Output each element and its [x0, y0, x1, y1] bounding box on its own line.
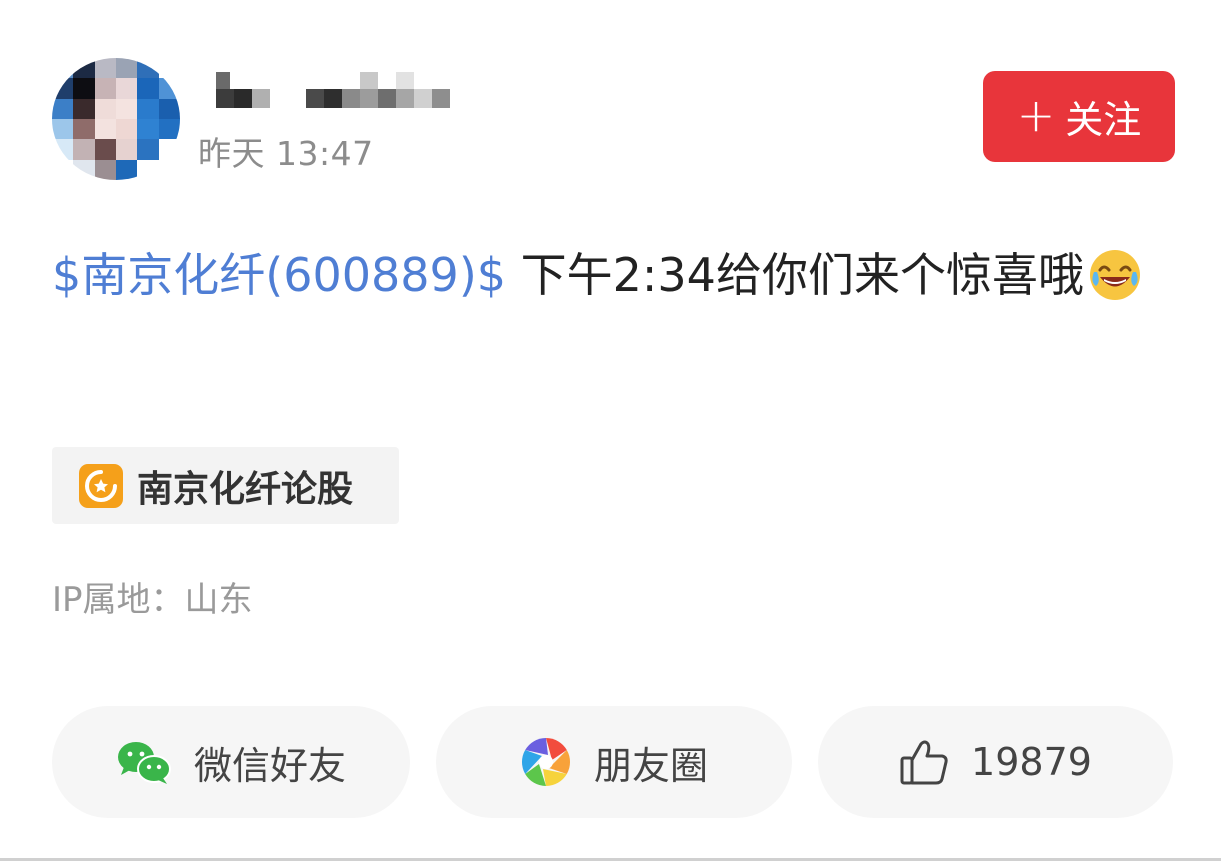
topic-badge-icon: [79, 463, 123, 508]
like-count: 19879: [971, 740, 1092, 784]
bottom-divider: [0, 858, 1221, 861]
thumbs-up-icon: [900, 740, 948, 785]
post-text: 下午2:34给你们来个惊喜哦: [506, 248, 1084, 302]
post-content: $南京化纤(600889)$ 下午2:34给你们来个惊喜哦: [52, 232, 1172, 318]
ip-location: IP属地：山东: [52, 580, 253, 620]
follow-label: 关注: [1065, 98, 1142, 142]
wechat-icon: [117, 742, 171, 784]
username-redacted[interactable]: [214, 72, 454, 108]
like-button[interactable]: 19879: [818, 706, 1173, 818]
avatar[interactable]: [52, 58, 180, 180]
topic-label: 南京化纤论股: [137, 468, 354, 510]
post-timestamp: 昨天 13:47: [198, 134, 374, 173]
moments-shutter-icon: [521, 738, 570, 786]
share-moments-label: 朋友圈: [593, 743, 708, 788]
topic-chip[interactable]: 南京化纤论股: [52, 447, 399, 524]
plus-icon: +: [1016, 87, 1056, 142]
share-moments-button[interactable]: 朋友圈: [436, 706, 792, 818]
stock-tag-link[interactable]: $南京化纤(600889)$: [52, 248, 506, 302]
laughing-tears-emoji-icon: [1089, 249, 1140, 300]
follow-button[interactable]: + 关注: [983, 71, 1175, 162]
post-card: 昨天 13:47 + 关注 $南京化纤(600889)$ 下午2:34给你们来个…: [0, 0, 1221, 864]
share-wechat-label: 微信好友: [193, 743, 346, 788]
share-wechat-button[interactable]: 微信好友: [52, 706, 410, 818]
